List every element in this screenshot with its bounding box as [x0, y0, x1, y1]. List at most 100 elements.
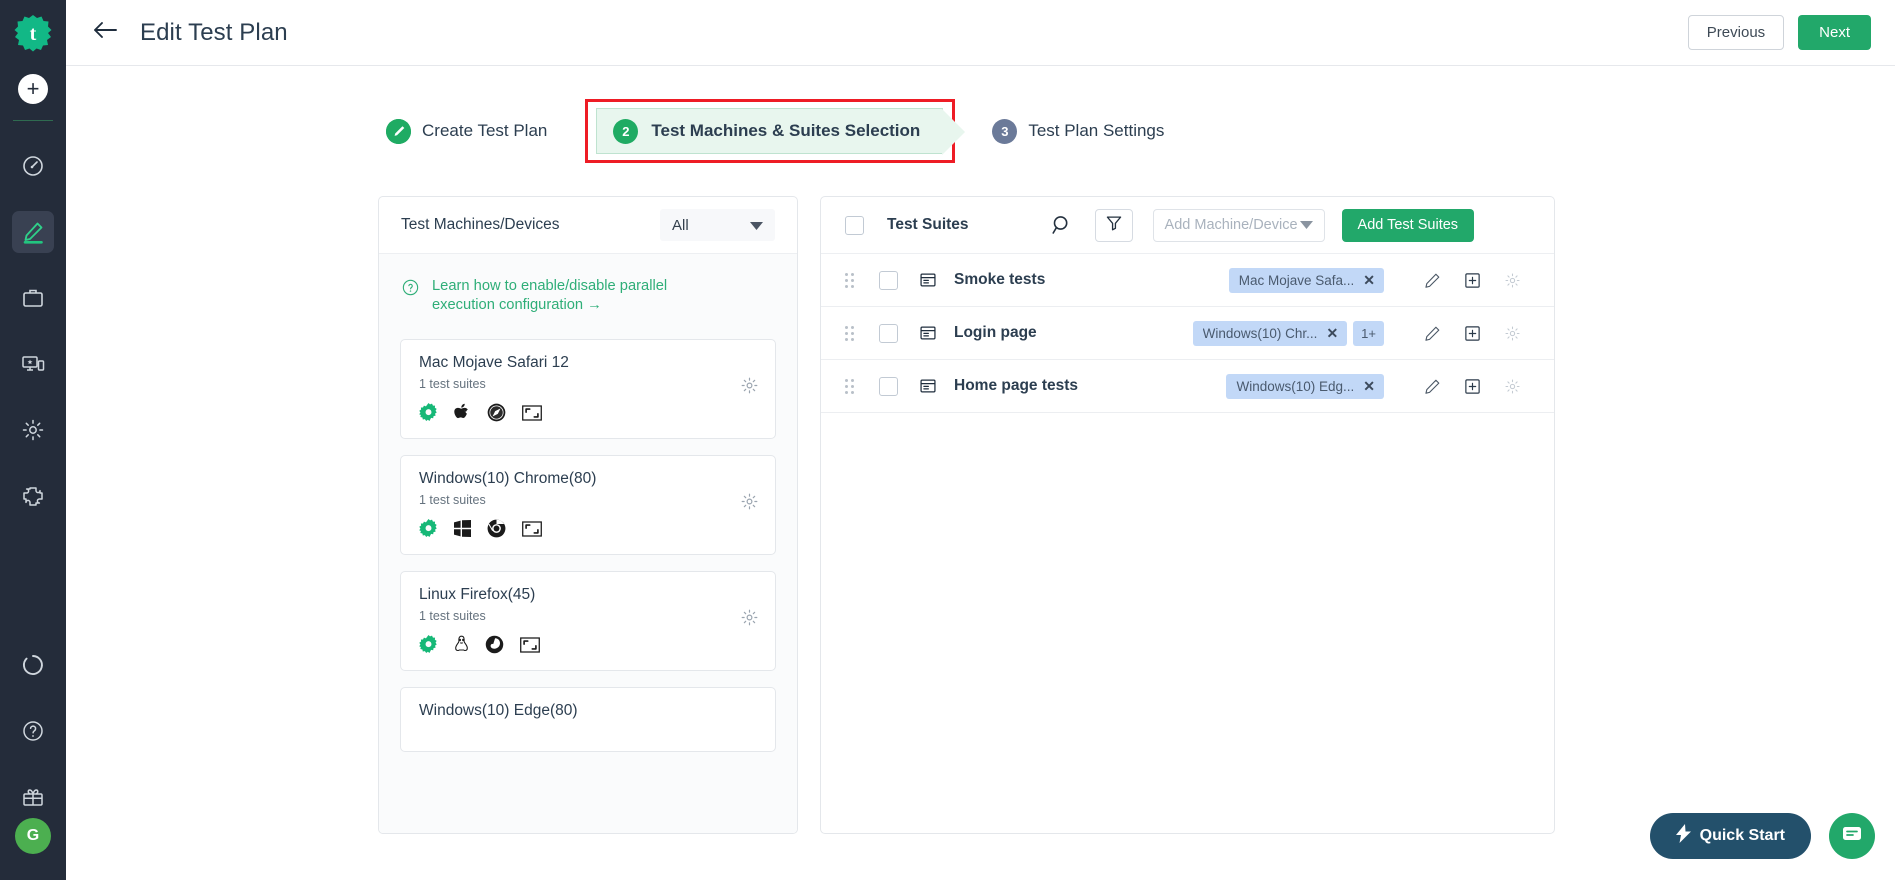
select-all-checkbox[interactable]: [845, 215, 864, 235]
pencil-icon[interactable]: [1412, 378, 1452, 395]
machine-card[interactable]: Windows(10) Edge(80): [400, 687, 776, 753]
quick-start-label: Quick Start: [1699, 827, 1785, 844]
row-checkbox[interactable]: [879, 323, 898, 343]
puzzle-icon: [21, 484, 45, 508]
add-test-suites-button[interactable]: Add Test Suites: [1341, 208, 1475, 242]
next-button[interactable]: Next: [1798, 15, 1871, 50]
assigned-machines: Windows(10) Chr... ✕ 1+: [1192, 320, 1384, 346]
test-machines-list[interactable]: Learn how to enable/disable parallel exe…: [379, 254, 797, 833]
parallel-execution-link[interactable]: Learn how to enable/disable parallel exe…: [432, 277, 732, 314]
app-logo[interactable]: t: [10, 10, 56, 56]
search-icon[interactable]: [1051, 214, 1073, 236]
close-icon[interactable]: ✕: [1326, 325, 1338, 342]
create-new-button[interactable]: +: [18, 74, 48, 104]
add-machine-device-value: Add Machine/Device: [1164, 217, 1298, 233]
avatar[interactable]: G: [15, 818, 51, 854]
machine-settings-button[interactable]: [740, 608, 759, 632]
drag-handle-icon[interactable]: [845, 325, 859, 341]
machine-suite-count: 1 test suites: [419, 609, 486, 624]
windows-icon: [454, 520, 471, 542]
suite-name: Home page tests: [954, 377, 1079, 394]
add-machine-device-select[interactable]: Add Machine/Device: [1152, 208, 1325, 242]
funnel-icon: [1106, 215, 1122, 236]
add-box-icon[interactable]: [1452, 272, 1492, 289]
drag-handle-icon[interactable]: [845, 272, 859, 288]
add-box-icon[interactable]: [1452, 378, 1492, 395]
row-actions: [1412, 378, 1532, 395]
pencil-icon[interactable]: [1412, 272, 1452, 289]
machine-filter-select[interactable]: All: [660, 209, 775, 241]
parallel-execution-help[interactable]: Learn how to enable/disable parallel exe…: [400, 254, 776, 323]
machine-card[interactable]: Mac Mojave Safari 12 1 test suites: [400, 339, 776, 440]
apple-icon: [454, 403, 471, 427]
previous-button[interactable]: Previous: [1687, 15, 1785, 50]
speedometer-icon: [21, 154, 45, 178]
sidebar-item-dashboard[interactable]: [12, 145, 54, 187]
machine-filter-value: All: [672, 216, 689, 234]
rail-divider: [13, 120, 53, 121]
step-label: Test Plan Settings: [1028, 121, 1165, 140]
sidebar-item-addons[interactable]: [12, 475, 54, 517]
machine-chip[interactable]: Windows(10) Chr... ✕: [1192, 320, 1348, 346]
sidebar-item-test-lab[interactable]: [12, 343, 54, 385]
devices-icon: [21, 352, 45, 376]
step-test-machines-suites-selection[interactable]: 2 Test Machines & Suites Selection: [596, 108, 966, 155]
sidebar-item-help[interactable]: [12, 710, 54, 752]
machine-suite-count: 1 test suites: [419, 493, 486, 508]
drag-handle-icon[interactable]: [845, 378, 859, 394]
svg-text:t: t: [30, 23, 37, 45]
pencil-icon[interactable]: [1412, 325, 1452, 342]
donut-icon: [21, 653, 45, 677]
gear-icon[interactable]: [1492, 325, 1532, 342]
sidebar-item-whats-new[interactable]: [12, 776, 54, 818]
step-test-plan-settings[interactable]: 3 Test Plan Settings: [992, 108, 1164, 154]
arrow-left-icon: [92, 20, 118, 45]
gear-green-icon: [419, 519, 438, 543]
machine-chip-overflow[interactable]: 1+: [1353, 320, 1384, 346]
gear-icon: [21, 418, 45, 442]
row-checkbox[interactable]: [879, 270, 898, 290]
close-icon[interactable]: ✕: [1363, 272, 1375, 289]
chat-bubble-icon: [1840, 822, 1864, 851]
step-create-test-plan[interactable]: Create Test Plan: [386, 108, 547, 154]
caret-down-icon: [1299, 217, 1313, 233]
machine-icon-row: [419, 519, 757, 543]
filter-button[interactable]: [1094, 208, 1133, 242]
gear-icon[interactable]: [1492, 378, 1532, 395]
step-label: Create Test Plan: [422, 121, 548, 140]
back-button[interactable]: [88, 16, 122, 50]
close-icon[interactable]: ✕: [1363, 378, 1375, 395]
row-checkbox[interactable]: [879, 376, 898, 396]
sidebar-item-test-plans[interactable]: [12, 277, 54, 319]
gear-icon[interactable]: [1492, 272, 1532, 289]
assigned-machines: Windows(10) Edg... ✕: [1226, 373, 1384, 399]
question-circle-icon: [21, 719, 45, 743]
wizard-stepper: Create Test Plan 2 Test Machines & Suite…: [66, 66, 1895, 196]
caret-down-icon: [750, 217, 763, 234]
test-suites-panel-header: Test Suites Add Machine/Device Add Test …: [821, 197, 1554, 254]
test-suite-icon: [920, 325, 936, 341]
chat-button[interactable]: [1829, 813, 1875, 859]
table-row[interactable]: Home page tests Windows(10) Edg... ✕: [821, 360, 1554, 413]
machine-chip[interactable]: Mac Mojave Safa... ✕: [1228, 267, 1384, 293]
machine-settings-button[interactable]: [740, 492, 759, 516]
machine-card[interactable]: Linux Firefox(45) 1 test suites: [400, 571, 776, 672]
machine-chip-label: Windows(10) Edg...: [1236, 378, 1355, 394]
briefcase-icon: [21, 286, 45, 310]
sidebar-item-test-development[interactable]: [12, 211, 54, 253]
sidebar-item-usage[interactable]: [12, 644, 54, 686]
step-highlight-box: 2 Test Machines & Suites Selection: [585, 99, 966, 163]
table-row[interactable]: Login page Windows(10) Chr... ✕ 1+: [821, 307, 1554, 360]
add-box-icon[interactable]: [1452, 325, 1492, 342]
test-machines-panel: Test Machines/Devices All Learn how to e…: [378, 196, 798, 834]
sidebar-item-settings[interactable]: [12, 409, 54, 451]
suite-name: Login page: [954, 324, 1037, 341]
top-bar: Edit Test Plan Previous Next: [66, 0, 1895, 66]
table-row[interactable]: Smoke tests Mac Mojave Safa... ✕: [821, 254, 1554, 307]
pencil-icon: [21, 220, 45, 244]
machine-settings-button[interactable]: [740, 376, 759, 400]
machine-chip[interactable]: Windows(10) Edg... ✕: [1226, 373, 1384, 399]
assigned-machines: Mac Mojave Safa... ✕: [1228, 267, 1384, 293]
quick-start-button[interactable]: Quick Start: [1649, 813, 1811, 859]
machine-card[interactable]: Windows(10) Chrome(80) 1 test suites: [400, 455, 776, 556]
